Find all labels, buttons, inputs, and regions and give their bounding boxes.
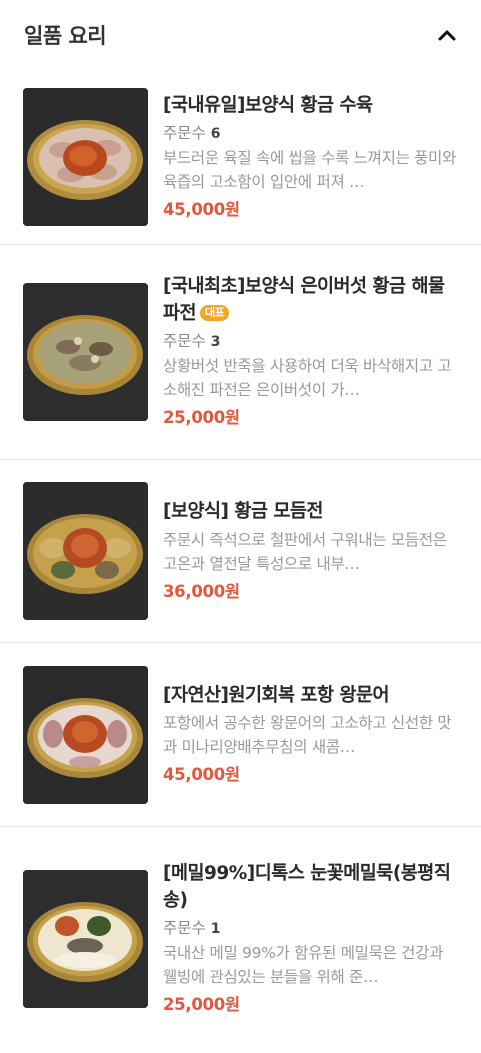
menu-item-description: 포항에서 공수한 왕문어의 고소하고 신선한 맛과 미나리양배추무침의 새콤… <box>163 713 452 756</box>
menu-item-description: 주문시 즉석으로 철판에서 구워내는 모듬전은 고온과 열전달 특성으로 내부… <box>163 530 447 573</box>
representative-badge: 대표 <box>200 305 230 321</box>
menu-item-image <box>23 870 148 1008</box>
menu-item-price: 45,000원 <box>163 764 240 784</box>
menu-item[interactable]: [메밀99%]디톡스 눈꽃메밀묵(봉평직송) 주문수 1 국내산 메밀 99%가… <box>0 827 481 1051</box>
menu-list: [국내유일]보양식 황금 수육 주문수 6 부드러운 육질 속에 씹을 수록 느… <box>0 70 481 1051</box>
menu-item-name: [자연산]원기회복 포항 왕문어 <box>163 684 390 706</box>
menu-item-price: 25,000원 <box>163 408 240 427</box>
section-header[interactable]: 일품 요리 <box>0 0 481 70</box>
menu-item-image <box>23 88 148 226</box>
menu-item-name: [국내유일]보양식 황금 수육 <box>163 94 373 116</box>
menu-item-image <box>23 283 148 421</box>
menu-item-description: 부드러운 육질 속에 씹을 수록 느껴지는 풍미와 육즙의 고소함이 입안에 퍼… <box>163 148 457 191</box>
chevron-up-icon <box>438 30 456 41</box>
section-title: 일품 요리 <box>24 24 107 48</box>
order-count: 주문수 3 <box>163 332 221 350</box>
menu-item-price: 25,000원 <box>163 995 240 1014</box>
menu-item-name: [보양식] 황금 모듬전 <box>163 500 323 522</box>
menu-item[interactable]: [보양식] 황금 모듬전 주문시 즉석으로 철판에서 구워내는 모듬전은 고온과… <box>0 460 481 643</box>
menu-item[interactable]: [국내최초]보양식 은이버섯 황금 해물파전 대표 주문수 3 상황버섯 반죽을 … <box>0 245 481 460</box>
menu-item[interactable]: [국내유일]보양식 황금 수육 주문수 6 부드러운 육질 속에 씹을 수록 느… <box>0 70 481 245</box>
menu-item-price: 36,000원 <box>163 581 240 601</box>
menu-item-price: 45,000원 <box>163 199 240 219</box>
menu-item-name: [국내최초]보양식 은이버섯 황금 해물파전 대표 <box>163 276 445 324</box>
order-count: 주문수 1 <box>163 919 221 937</box>
menu-item-name: [메밀99%]디톡스 눈꽃메밀묵(봉평직송) <box>163 863 451 911</box>
menu-item[interactable]: [자연산]원기회복 포항 왕문어 포항에서 공수한 왕문어의 고소하고 신선한 … <box>0 643 481 827</box>
menu-item-description: 국내산 메밀 99%가 함유된 메밀묵은 건강과 웰빙에 관심있는 분들을 위해… <box>163 944 444 986</box>
menu-item-description: 상황버섯 반죽을 사용하여 더욱 바삭해지고 고소해진 파전은 은이버섯이 가… <box>163 357 452 399</box>
menu-item-image <box>23 482 148 620</box>
menu-item-image <box>23 665 148 804</box>
collapse-button[interactable] <box>435 23 459 47</box>
order-count: 주문수 6 <box>163 123 221 142</box>
